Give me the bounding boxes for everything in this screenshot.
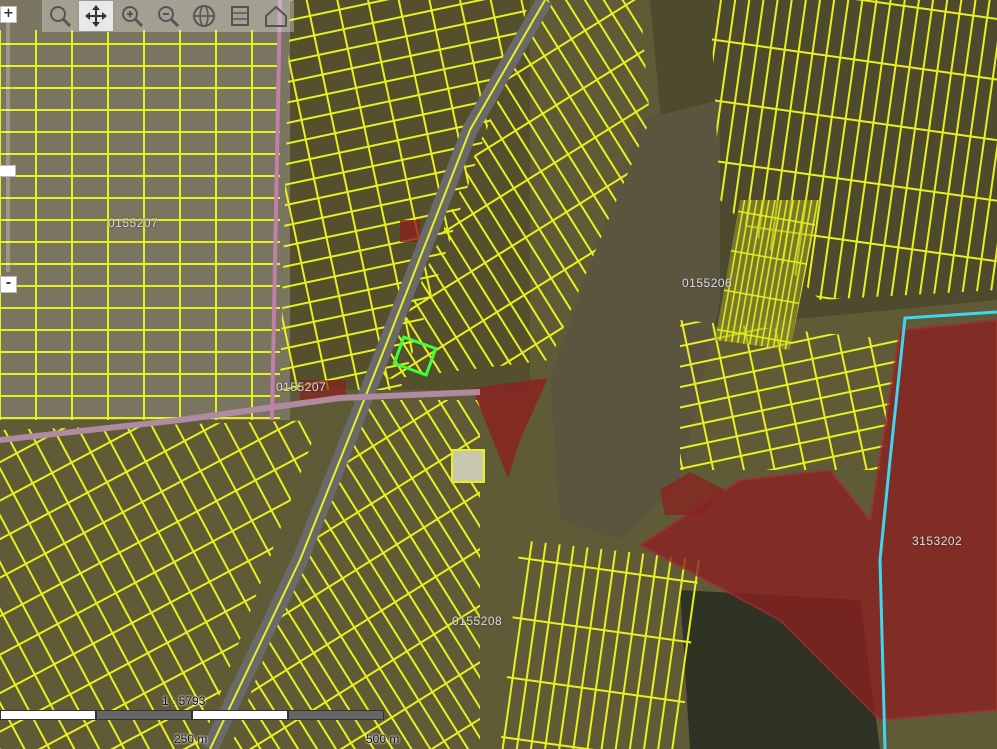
parcel-label: 0155207 [108, 216, 159, 230]
pan-icon [85, 5, 107, 27]
restricted-zone-tiny [400, 220, 420, 242]
home-tool[interactable] [258, 0, 294, 32]
scale-label-mid: 250 m [174, 732, 208, 746]
scale-segment [96, 710, 192, 720]
scale-bar [0, 710, 384, 720]
parcel-label: 0155207 [276, 380, 327, 394]
zoom-out-button[interactable]: - [0, 276, 17, 293]
scale-segment [0, 710, 96, 720]
bottom-strip-fields [500, 540, 700, 749]
zoom-in-tool[interactable] [114, 0, 150, 32]
full-extent-tool[interactable] [186, 0, 222, 32]
parcel-label: 3153202 [912, 534, 963, 548]
zoom-slider[interactable] [0, 22, 16, 272]
scale-segment [288, 710, 384, 720]
map-canvas[interactable] [0, 0, 997, 749]
zoom-out-tool[interactable] [150, 0, 186, 32]
zoom-out-icon [158, 6, 180, 28]
zoom-slider-thumb[interactable] [0, 165, 16, 177]
parcel-label: 0155208 [452, 614, 503, 628]
scale-label-end: 500 m [366, 732, 400, 746]
layers-tool[interactable] [222, 0, 258, 32]
full-extent-icon [193, 5, 215, 27]
scale-segment [192, 710, 288, 720]
scale-ratio: 1 : 5793 [162, 694, 206, 708]
zoom-box-icon [50, 6, 72, 28]
parcel-label: 0155206 [682, 276, 733, 290]
map-toolbar [42, 0, 294, 32]
layers-icon [231, 6, 249, 26]
zoom-in-icon [122, 6, 144, 28]
zoom-box-tool[interactable] [42, 0, 78, 32]
zoom-in-button[interactable]: + [0, 6, 17, 23]
home-icon [265, 5, 287, 27]
facility [451, 449, 485, 483]
pan-tool[interactable] [78, 0, 114, 32]
